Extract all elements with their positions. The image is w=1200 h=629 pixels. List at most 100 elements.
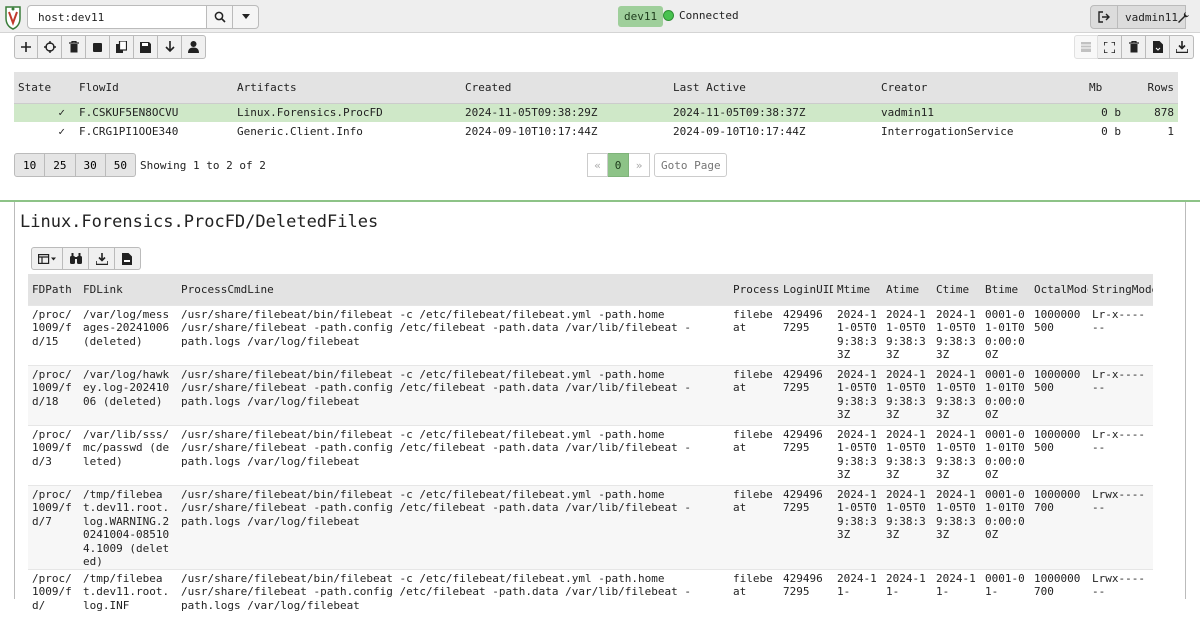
velociraptor-logo-icon[interactable]: [4, 4, 22, 30]
process-cell: filebeat: [729, 364, 779, 425]
delete-table-button[interactable]: [1122, 35, 1146, 59]
btime-cell: 0001-01-01T00:00:00Z: [981, 364, 1030, 425]
sign-out-icon: [1098, 11, 1110, 23]
showing-count: Showing 1 to 2 of 2: [140, 158, 266, 172]
next-page-button[interactable]: »: [629, 153, 650, 177]
cmdline-cell: /usr/share/filebeat/bin/filebeat -c /etc…: [177, 364, 729, 425]
column-header-mtime[interactable]: Mtime: [833, 274, 882, 305]
table-row[interactable]: /proc/1009/fd/7 /tmp/filebeat.dev11.root…: [28, 484, 1153, 569]
flow-artifacts: Linux.Forensics.ProcFD: [233, 103, 461, 122]
column-header-octalmode[interactable]: OctalMode: [1030, 274, 1088, 305]
stringmode-cell: Lrwx------: [1088, 568, 1153, 629]
download-results-button[interactable]: [89, 247, 115, 270]
fdpath-cell: /proc/1009/fd/18: [28, 364, 79, 425]
top-navbar: dev11 Connected vadmin11: [0, 0, 1200, 33]
user-icon: [188, 41, 199, 53]
table-row[interactable]: /proc/1009/fd/18 /var/log/hawkey.log-202…: [28, 364, 1153, 425]
wrench-icon: [1177, 11, 1189, 23]
page-size-30-button[interactable]: 30: [75, 153, 106, 177]
flows-table-header: State FlowId Artifacts Created Last Acti…: [14, 72, 1178, 104]
mtime-cell: 2024-11-05T09:38:33Z: [833, 304, 882, 365]
page-size-25-button[interactable]: 25: [45, 153, 76, 177]
client-id-badge[interactable]: dev11: [618, 6, 664, 27]
column-header-loginuid[interactable]: LoginUID: [779, 274, 833, 305]
page-size-10-button[interactable]: 10: [14, 153, 46, 177]
column-header-last-active[interactable]: Last Active: [669, 72, 877, 104]
file-csv-icon: [122, 252, 132, 265]
column-header-stringmode[interactable]: StringMode: [1088, 274, 1153, 305]
flow-row[interactable]: ✓ F.CRG1PI1OOE340 Generic.Client.Info 20…: [14, 122, 1178, 141]
column-header-ctime[interactable]: Ctime: [932, 274, 981, 305]
atime-cell: 2024-11-05T09:38:33Z: [882, 424, 932, 485]
current-page-button[interactable]: 0: [608, 153, 629, 177]
table-row[interactable]: /proc/1009/fd/15 /var/log/messages-20241…: [28, 304, 1153, 365]
new-collection-button[interactable]: [14, 35, 38, 59]
crosshairs-icon: [43, 41, 56, 53]
export-csv-button[interactable]: [115, 247, 141, 270]
column-header-atime[interactable]: Atime: [882, 274, 932, 305]
flow-row[interactable]: ✓ F.CSKUF5EN8OCVU Linux.Forensics.ProcFD…: [14, 103, 1178, 122]
mtime-cell: 2024-11-: [833, 568, 882, 629]
flow-id: F.CSKUF5EN8OCVU: [75, 103, 233, 122]
table-row[interactable]: /proc/1009/fd/3 /var/lib/sss/mc/passwd (…: [28, 424, 1153, 485]
export-file-button[interactable]: [1146, 35, 1170, 59]
stop-icon: [93, 42, 102, 52]
loginuid-cell: 4294967295: [779, 304, 833, 365]
flow-artifacts: Generic.Client.Info: [237, 125, 363, 138]
plus-icon: [21, 42, 31, 52]
column-header-flowid[interactable]: FlowId: [75, 72, 233, 104]
search-button[interactable]: [207, 5, 233, 29]
cmdline-cell: /usr/share/filebeat/bin/filebeat -c /etc…: [177, 304, 729, 365]
delete-flow-button[interactable]: [62, 35, 86, 59]
atime-cell: 2024-11-05T09:38:33Z: [882, 304, 932, 365]
connection-status-label: Connected: [679, 9, 739, 22]
table-row[interactable]: /proc/1009/fd/ /tmp/filebeat.dev11.root.…: [28, 568, 1153, 629]
column-header-process[interactable]: Process: [729, 274, 779, 305]
column-header-created[interactable]: Created: [461, 72, 669, 104]
logout-button[interactable]: [1090, 5, 1118, 29]
column-toggle-button[interactable]: [31, 247, 63, 270]
column-header-state[interactable]: State: [14, 72, 75, 104]
save-icon: [140, 41, 151, 53]
column-header-rows[interactable]: Rows: [1125, 72, 1178, 104]
column-header-fdpath[interactable]: FDPath: [28, 274, 79, 305]
hunt-collection-button[interactable]: [38, 35, 62, 59]
stop-flow-button[interactable]: [86, 35, 110, 59]
search-table-button[interactable]: [63, 247, 89, 270]
prev-page-button[interactable]: «: [587, 153, 608, 177]
column-header-creator[interactable]: Creator: [877, 72, 1085, 104]
fdpath-cell: /proc/1009/fd/: [28, 568, 79, 629]
download-table-button[interactable]: [1170, 35, 1194, 59]
search-dropdown-button[interactable]: [233, 5, 259, 29]
atime-cell: 2024-11-: [882, 568, 932, 629]
page-navigation: « 0 »: [587, 153, 727, 177]
table-toolbar: [1074, 35, 1194, 60]
copy-flow-button[interactable]: [110, 35, 134, 59]
fullscreen-button[interactable]: [1098, 35, 1122, 59]
fdlink-cell: /var/log/hawkey.log-20241006 (deleted): [79, 364, 177, 425]
column-header-btime[interactable]: Btime: [981, 274, 1030, 305]
column-header-artifacts[interactable]: Artifacts: [233, 72, 461, 104]
settings-button[interactable]: [1170, 5, 1196, 29]
btime-cell: 0001-01-01T00:00:00Z: [981, 304, 1030, 365]
octalmode-cell: 1000000700: [1030, 484, 1088, 569]
save-flow-button[interactable]: [134, 35, 158, 59]
column-header-fdlink[interactable]: FDLink: [79, 274, 177, 305]
client-search-input[interactable]: [27, 5, 207, 29]
download-flow-button[interactable]: [158, 35, 182, 59]
page-size-selector: 10 25 30 50 Showing 1 to 2 of 2: [14, 153, 266, 177]
column-header-processcmdline[interactable]: ProcessCmdLine: [177, 274, 729, 305]
goto-page-input[interactable]: [654, 153, 727, 177]
process-cell: filebeat: [729, 424, 779, 485]
octalmode-cell: 1000000700: [1030, 568, 1088, 629]
column-selector-button[interactable]: [1074, 35, 1098, 59]
columns-dropdown-icon: [38, 253, 56, 264]
octalmode-cell: 1000000500: [1030, 424, 1088, 485]
ctime-cell: 2024-11-05T09:38:33Z: [932, 304, 981, 365]
process-cell: filebeat: [729, 568, 779, 629]
column-header-mb[interactable]: Mb: [1085, 72, 1125, 104]
client-search: [27, 5, 259, 29]
user-flows-button[interactable]: [182, 35, 206, 59]
page-size-50-button[interactable]: 50: [105, 153, 136, 177]
mtime-cell: 2024-11-05T09:38:33Z: [833, 424, 882, 485]
